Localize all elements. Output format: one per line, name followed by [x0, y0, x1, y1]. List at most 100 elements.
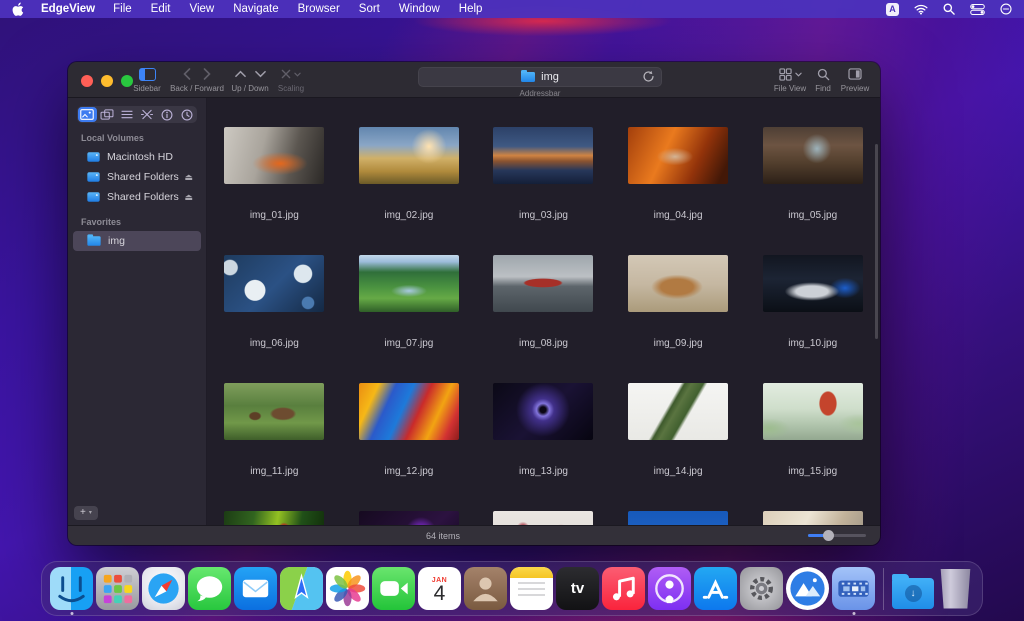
file-item[interactable] [745, 482, 880, 525]
thumbnail[interactable] [224, 255, 324, 312]
thumbnail[interactable] [628, 127, 728, 184]
file-item-img_07[interactable]: img_07.jpg [342, 226, 477, 354]
sidebar-tab-adjust-icon[interactable] [138, 107, 157, 122]
file-item-img_03[interactable]: img_03.jpg [476, 98, 611, 226]
dock-icon-photos[interactable] [326, 567, 369, 610]
add-volume-button[interactable]: + ▾ [74, 506, 98, 520]
dock-icon-music[interactable] [602, 567, 645, 610]
dock-icon-downloads[interactable]: ↓ [892, 569, 934, 609]
file-item[interactable] [342, 482, 477, 525]
file-view-button[interactable]: File View [768, 66, 812, 93]
focus-icon[interactable] [1000, 3, 1012, 15]
file-item[interactable] [611, 482, 746, 525]
dock-icon-messages[interactable] [188, 567, 231, 610]
thumbnail-zoom-slider[interactable] [808, 534, 866, 537]
thumbnail[interactable] [628, 255, 728, 312]
file-item-img_06[interactable]: img_06.jpg [207, 226, 342, 354]
spotlight-icon[interactable] [943, 3, 955, 15]
file-item-img_14[interactable]: img_14.jpg [611, 354, 746, 482]
menu-help[interactable]: Help [459, 3, 483, 15]
dock-icon-notes[interactable] [510, 567, 553, 610]
dock-icon-app-store[interactable] [694, 567, 737, 610]
preview-button[interactable]: Preview [834, 66, 876, 93]
thumbnail[interactable] [628, 511, 728, 525]
sidebar-tab-info-icon[interactable] [157, 107, 176, 122]
menu-edit[interactable]: Edit [151, 3, 171, 15]
file-item-img_10[interactable]: img_10.jpg [745, 226, 880, 354]
control-center-icon[interactable] [970, 4, 985, 15]
dock-icon-launchpad[interactable] [96, 567, 139, 610]
sidebar-item-img[interactable]: img [73, 231, 201, 251]
sidebar-tab-images-icon[interactable] [98, 107, 117, 122]
file-item[interactable] [476, 482, 611, 525]
thumbnail[interactable] [493, 127, 593, 184]
menu-window[interactable]: Window [399, 3, 440, 15]
thumbnail[interactable] [359, 383, 459, 440]
sidebar-tab-history-icon[interactable] [177, 107, 196, 122]
close-button[interactable] [81, 75, 93, 87]
thumbnail[interactable] [763, 383, 863, 440]
sidebar-item-shared-folders[interactable]: Shared Folders⏏ [73, 167, 201, 187]
dock-icon-maps[interactable] [280, 567, 323, 610]
thumbnail[interactable] [359, 511, 459, 525]
sidebar-toggle-button[interactable]: Sidebar [126, 66, 168, 93]
thumbnail[interactable] [224, 127, 324, 184]
dock-icon-system-preferences[interactable] [740, 567, 783, 610]
dock-icon-trash[interactable] [937, 569, 974, 609]
thumbnail[interactable] [493, 255, 593, 312]
slider-knob[interactable] [823, 530, 834, 541]
file-item-img_09[interactable]: img_09.jpg [611, 226, 746, 354]
dock-icon-finder[interactable] [50, 567, 93, 610]
apple-menu[interactable] [12, 2, 25, 16]
dock-icon-mail[interactable] [234, 567, 277, 610]
thumbnail[interactable] [224, 383, 324, 440]
address-bar[interactable]: img [418, 67, 662, 87]
file-item-img_11[interactable]: img_11.jpg [207, 354, 342, 482]
eject-icon[interactable]: ⏏ [184, 192, 193, 203]
up-down-buttons[interactable]: Up / Down [228, 66, 272, 93]
wifi-icon[interactable] [914, 4, 928, 15]
input-source-icon[interactable]: A [886, 3, 899, 16]
thumbnail[interactable] [628, 383, 728, 440]
back-forward-buttons[interactable]: Back / Forward [166, 66, 228, 93]
sidebar-tab-image-icon[interactable] [78, 107, 97, 122]
window-toolbar[interactable]: Sidebar Back / Forward Up / Down Scaling [68, 62, 880, 98]
file-item-img_05[interactable]: img_05.jpg [745, 98, 880, 226]
thumbnail[interactable] [224, 511, 324, 525]
find-button[interactable]: Find [810, 66, 836, 93]
dock-icon-safari[interactable] [142, 567, 185, 610]
active-app-name[interactable]: EdgeView [41, 3, 95, 15]
minimize-button[interactable] [101, 75, 113, 87]
eject-icon[interactable]: ⏏ [184, 172, 193, 183]
sidebar-tab-list-icon[interactable] [118, 107, 137, 122]
thumbnail[interactable] [359, 127, 459, 184]
dock-icon-edgeview[interactable] [832, 567, 875, 610]
thumbnail[interactable] [493, 383, 593, 440]
thumbnail[interactable] [763, 255, 863, 312]
dock-icon-tv[interactable]: tv [556, 567, 599, 610]
dock-icon-contacts[interactable] [464, 567, 507, 610]
dock-icon-facetime[interactable] [372, 567, 415, 610]
file-item-img_13[interactable]: img_13.jpg [476, 354, 611, 482]
sidebar-item-macintosh-hd[interactable]: Macintosh HD [73, 147, 201, 167]
reload-button[interactable] [642, 70, 655, 88]
file-item-img_08[interactable]: img_08.jpg [476, 226, 611, 354]
dock-icon-calendar[interactable]: JAN4 [418, 567, 461, 610]
file-item-img_12[interactable]: img_12.jpg [342, 354, 477, 482]
scaling-button[interactable]: Scaling [270, 66, 312, 93]
file-item-img_15[interactable]: img_15.jpg [745, 354, 880, 482]
dock-icon-image-viewer[interactable] [786, 567, 829, 610]
dock-icon-podcasts[interactable] [648, 567, 691, 610]
scrollbar[interactable] [875, 144, 878, 339]
thumbnail[interactable] [763, 511, 863, 525]
menu-sort[interactable]: Sort [359, 3, 380, 15]
menu-navigate[interactable]: Navigate [233, 3, 278, 15]
file-item-img_01[interactable]: img_01.jpg [207, 98, 342, 226]
file-item[interactable] [207, 482, 342, 525]
sidebar-item-shared-folders[interactable]: Shared Folders⏏ [73, 187, 201, 207]
thumbnail[interactable] [763, 127, 863, 184]
menu-browser[interactable]: Browser [298, 3, 340, 15]
file-item-img_02[interactable]: img_02.jpg [342, 98, 477, 226]
menu-view[interactable]: View [189, 3, 214, 15]
file-item-img_04[interactable]: img_04.jpg [611, 98, 746, 226]
